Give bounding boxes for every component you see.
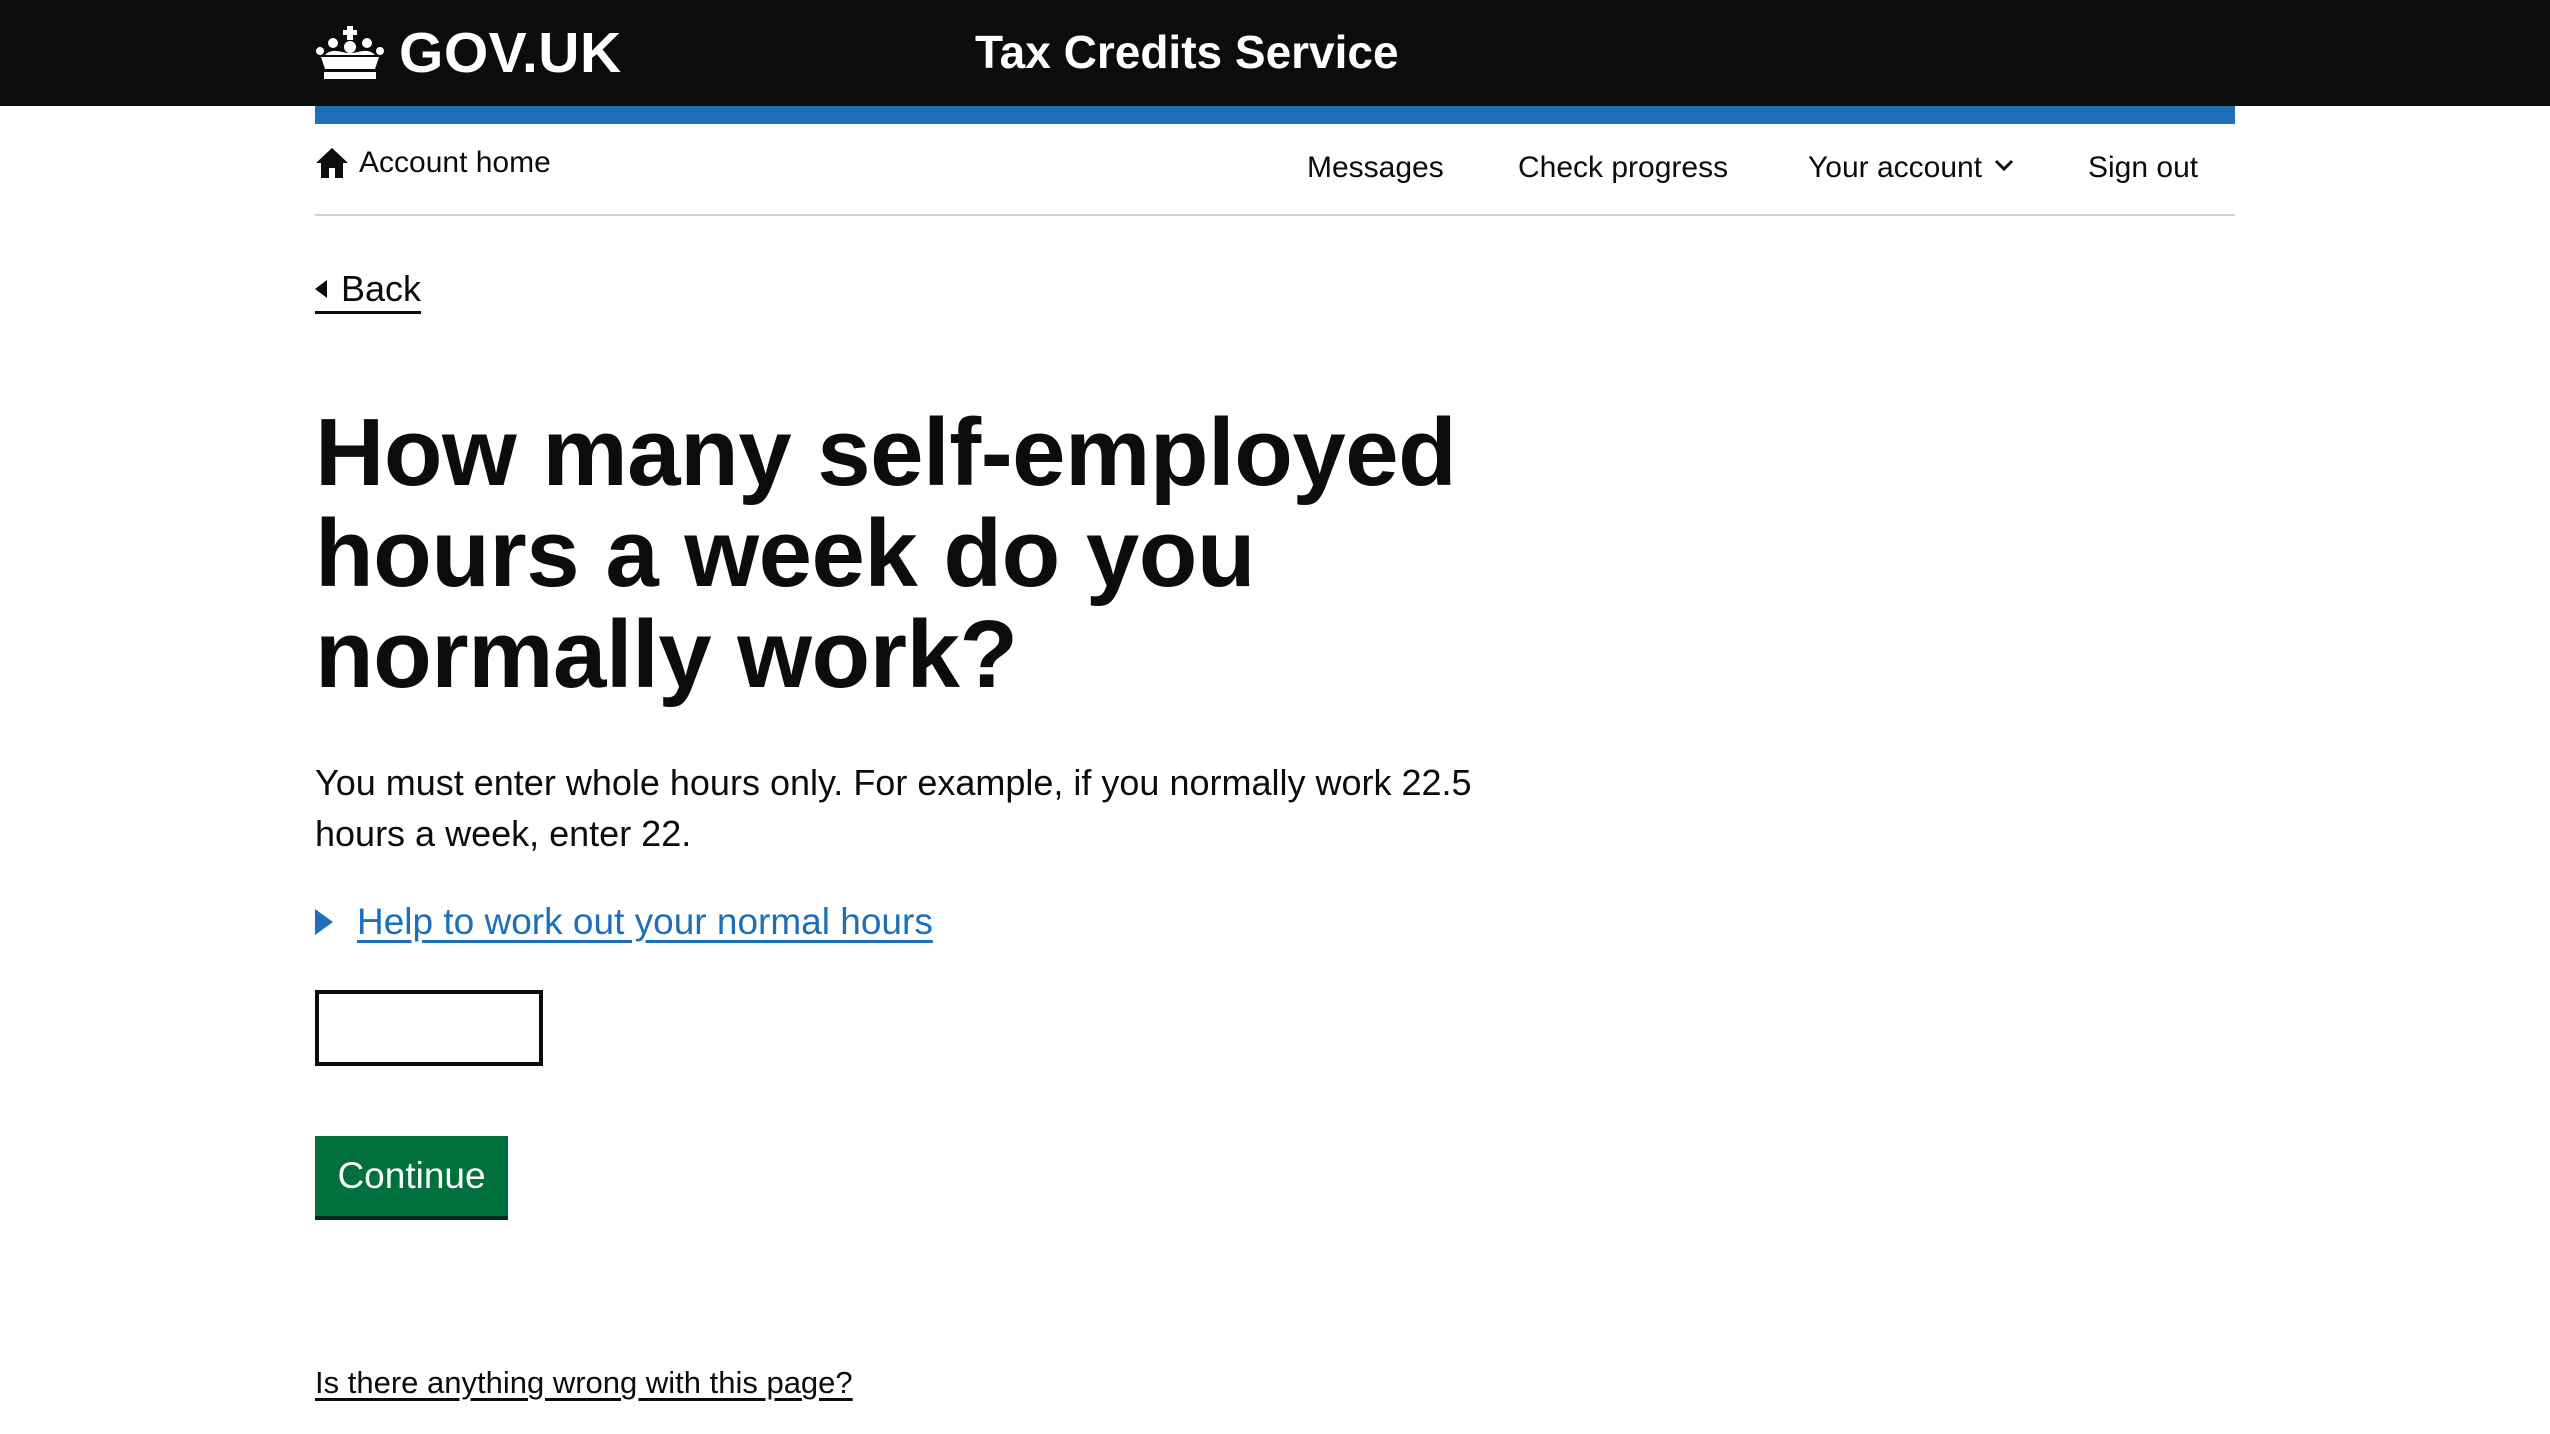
hours-input[interactable] — [315, 990, 543, 1066]
govuk-logo-text: GOV.UK — [399, 20, 622, 85]
home-icon — [316, 148, 348, 178]
sign-out-link[interactable]: Sign out — [2088, 150, 2198, 186]
continue-button[interactable]: Continue — [315, 1136, 508, 1216]
site-header: GOV.UK Tax Credits Service — [0, 0, 2550, 106]
header-accent-bar — [315, 106, 2235, 124]
page-title: How many self-employed hours a week do y… — [315, 399, 1457, 708]
account-home-link[interactable]: Account home — [315, 146, 551, 180]
messages-link[interactable]: Messages — [1307, 150, 1444, 186]
chevron-down-icon — [1994, 159, 2014, 172]
expand-triangle-icon — [315, 909, 333, 936]
report-problem-link[interactable]: Is there anything wrong with this page? — [315, 1364, 853, 1401]
back-arrow-icon — [315, 279, 327, 298]
back-label: Back — [341, 268, 422, 309]
help-details-summary[interactable]: Help to work out your normal hours — [315, 900, 933, 944]
account-navigation: Account home Messages Check progress You… — [315, 124, 2235, 216]
govuk-logo[interactable]: GOV.UK — [315, 22, 622, 84]
help-details-label: Help to work out your normal hours — [357, 901, 933, 942]
account-home-label: Account home — [359, 146, 551, 179]
hint-text: You must enter whole hours only. For exa… — [315, 762, 1472, 854]
check-progress-link[interactable]: Check progress — [1518, 150, 1728, 186]
service-name[interactable]: Tax Credits Service — [975, 26, 1399, 79]
crown-icon — [316, 26, 384, 79]
your-account-label: Your account — [1808, 151, 1983, 184]
back-link[interactable]: Back — [315, 268, 422, 315]
your-account-menu[interactable]: Your account — [1808, 150, 2014, 186]
